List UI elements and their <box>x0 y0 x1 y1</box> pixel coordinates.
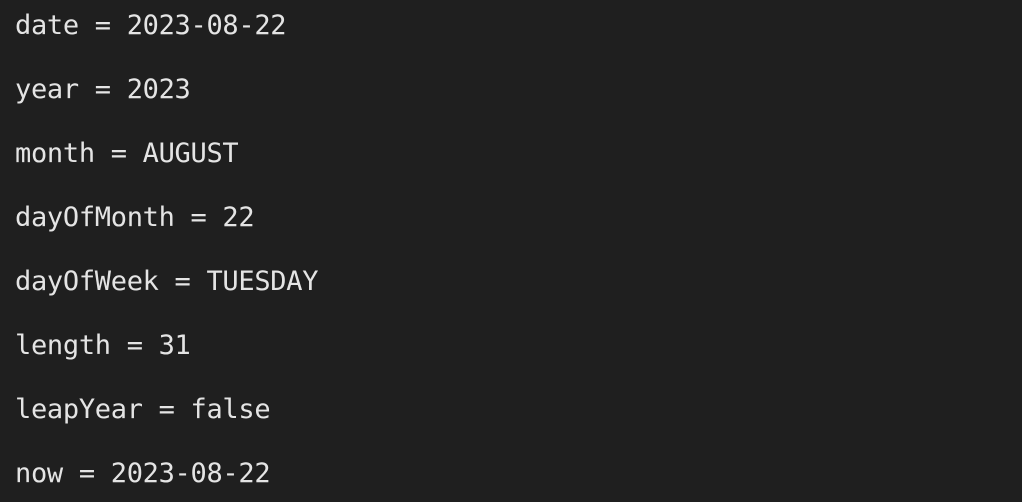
output-line-day-of-month: dayOfMonth = 22 <box>15 202 255 233</box>
output-line-date: date = 2023-08-22 <box>15 10 287 41</box>
output-line-day-of-week: dayOfWeek = TUESDAY <box>15 266 319 297</box>
output-line-year: year = 2023 <box>15 74 191 105</box>
output-line-leap-year: leapYear = false <box>15 394 271 425</box>
output-line-length: length = 31 <box>15 330 191 361</box>
console-output: date = 2023-08-22 year = 2023 month = AU… <box>0 0 1022 502</box>
output-line-now: now = 2023-08-22 <box>15 458 271 489</box>
output-line-month: month = AUGUST <box>15 138 239 169</box>
